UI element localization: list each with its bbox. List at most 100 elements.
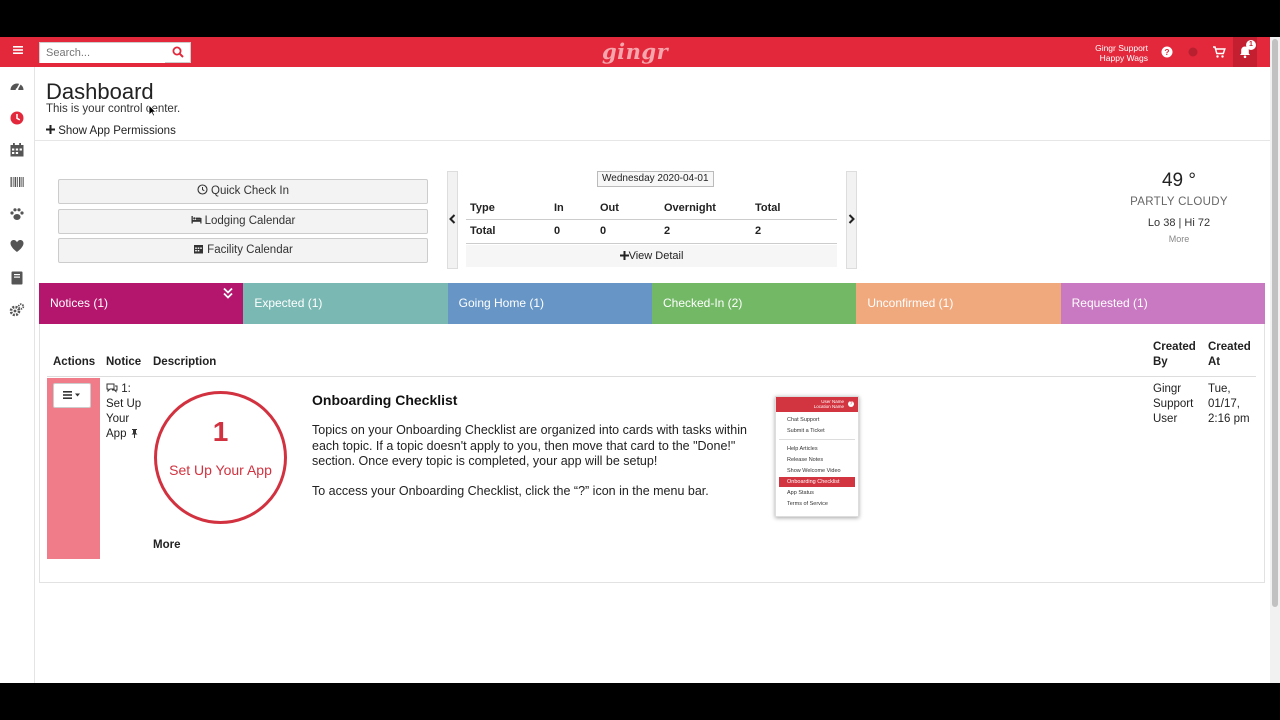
plus-icon: [46, 125, 55, 134]
clock-outline-icon: [197, 184, 208, 195]
status-tabs: Notices (1) Expected (1) Going Home (1) …: [39, 283, 1265, 324]
barcode-icon[interactable]: [9, 174, 25, 190]
tab-notices[interactable]: Notices (1): [39, 283, 244, 324]
occupancy-col-total: Total: [751, 197, 837, 220]
facility-calendar-button[interactable]: Facility Calendar: [58, 238, 428, 263]
chevron-right-icon: [848, 214, 855, 224]
search-icon[interactable]: [172, 46, 184, 58]
mini-menu-item: Release Notes: [787, 457, 824, 463]
calendar-small-icon: [194, 245, 204, 254]
dashboard-gauge-icon[interactable]: [9, 78, 25, 94]
mini-menu-item: Show Welcome Video: [787, 468, 841, 474]
quick-check-in-label: Quick Check In: [211, 185, 289, 197]
occupancy-cell: 2: [751, 219, 837, 244]
notice-more-link[interactable]: More: [153, 539, 180, 551]
view-detail-button[interactable]: View Detail: [466, 245, 837, 267]
facility-calendar-label: Facility Calendar: [207, 244, 293, 256]
notices-header-divider: [47, 376, 1256, 377]
tab-label: Expected (1): [254, 296, 323, 310]
user-location-switcher[interactable]: Gingr Support Happy Wags: [1095, 43, 1148, 63]
occupancy-col-overnight: Overnight: [660, 197, 751, 220]
col-description: Description: [153, 356, 217, 368]
row-actions-dropdown[interactable]: [53, 383, 91, 408]
page-title: Dashboard: [46, 79, 154, 104]
tab-checked-in[interactable]: Checked-In (2): [651, 283, 857, 324]
notice-description-title: Onboarding Checklist: [312, 392, 458, 408]
mini-menu-item-active: Onboarding Checklist: [779, 477, 855, 487]
mini-menu-header: User Name Location Name ?: [776, 397, 858, 412]
tab-going-home[interactable]: Going Home (1): [447, 283, 652, 324]
weather-temperature: 49 °: [1161, 170, 1196, 191]
scrollbar-thumb[interactable]: [1272, 39, 1278, 607]
mouse-cursor-icon: [148, 104, 157, 117]
mini-location-name: Location Name: [813, 404, 844, 409]
bed-icon: [191, 216, 202, 224]
col-notice: Notice: [106, 356, 142, 368]
occupancy-cell: 0: [596, 219, 660, 244]
calendar-icon[interactable]: [9, 142, 25, 158]
double-chevron-down-icon: [223, 287, 233, 299]
top-bar: gingr Gingr Support Happy Wags ? 1: [0, 37, 1270, 67]
page-scrollbar[interactable]: [1270, 37, 1280, 683]
previous-day-button[interactable]: [447, 171, 458, 269]
search-box: [39, 42, 191, 63]
quick-check-in-button[interactable]: Quick Check In: [58, 179, 428, 204]
step-label: Set Up Your App: [169, 462, 272, 478]
occupancy-header-row: Type In Out Overnight Total: [466, 197, 837, 220]
next-day-button[interactable]: [846, 171, 857, 269]
weather-more-link[interactable]: More: [1120, 234, 1238, 244]
tab-requested[interactable]: Requested (1): [1060, 283, 1265, 324]
clock-icon[interactable]: [9, 110, 25, 126]
col-created-at: Created At: [1208, 341, 1251, 368]
location-name: Happy Wags: [1099, 53, 1148, 63]
occupancy-col-out: Out: [596, 197, 660, 220]
paw-icon[interactable]: [9, 206, 25, 222]
help-icon[interactable]: ?: [1160, 45, 1174, 59]
status-dot-icon[interactable]: [1186, 45, 1200, 59]
created-by-cell: Gingr Support User: [1153, 383, 1194, 425]
tab-unconfirmed[interactable]: Unconfirmed (1): [856, 283, 1061, 324]
chevron-left-icon: [449, 214, 456, 224]
menu-toggle-icon[interactable]: [8, 44, 28, 60]
onboarding-step-badge: 1 Set Up Your App: [154, 391, 287, 524]
weather-condition: PARTLY CLOUDY: [1130, 196, 1228, 208]
mini-menu-item: App Status: [787, 490, 814, 496]
show-permissions-link[interactable]: Show App Permissions: [46, 125, 176, 137]
occupancy-cell: 0: [550, 219, 596, 244]
lodging-calendar-label: Lodging Calendar: [204, 215, 296, 227]
cogs-icon[interactable]: [9, 302, 25, 318]
occupancy-row: Total 0 0 2 2: [466, 219, 837, 244]
header-divider: [35, 140, 1270, 141]
notice-description-body: Topics on your Onboarding Checklist are …: [312, 423, 747, 468]
notice-cell[interactable]: 1: Set Up Your App: [106, 382, 148, 442]
step-number: 1: [212, 416, 229, 447]
tab-label: Unconfirmed (1): [867, 296, 954, 310]
notifications-button[interactable]: 1: [1233, 37, 1257, 67]
mini-menu-divider: [779, 439, 855, 440]
show-permissions-label: Show App Permissions: [58, 125, 176, 137]
mini-menu-item: Submit a Ticket: [787, 428, 825, 434]
notification-count-badge: 1: [1246, 40, 1256, 50]
thumbtack-icon: [131, 429, 138, 438]
created-at-cell: Tue, 01/17, 2:16 pm: [1208, 383, 1250, 425]
mini-menu-item: Terms of Service: [787, 501, 828, 507]
view-detail-label: View Detail: [628, 250, 684, 262]
lodging-calendar-button[interactable]: Lodging Calendar: [58, 209, 428, 234]
list-caret-icon: [63, 391, 80, 399]
tab-label: Checked-In (2): [662, 296, 743, 310]
occupancy-cell: Total: [466, 219, 550, 244]
tab-expected[interactable]: Expected (1): [243, 283, 448, 324]
occupancy-date: Wednesday 2020-04-01: [597, 171, 714, 187]
tab-label: Notices (1): [50, 296, 109, 310]
page-subtitle: This is your control center.: [46, 103, 181, 115]
cart-icon[interactable]: [1212, 45, 1226, 59]
search-input[interactable]: [40, 43, 165, 63]
sidebar: [0, 67, 35, 683]
occupancy-table: Type In Out Overnight Total Total 0 0 2 …: [466, 197, 837, 244]
heart-icon[interactable]: [9, 238, 25, 254]
book-icon[interactable]: [9, 270, 25, 286]
mini-help-icon: ?: [848, 401, 854, 407]
col-created-by: Created By: [1153, 341, 1196, 368]
occupancy-col-type: Type: [466, 197, 550, 220]
col-actions: Actions: [53, 356, 96, 368]
